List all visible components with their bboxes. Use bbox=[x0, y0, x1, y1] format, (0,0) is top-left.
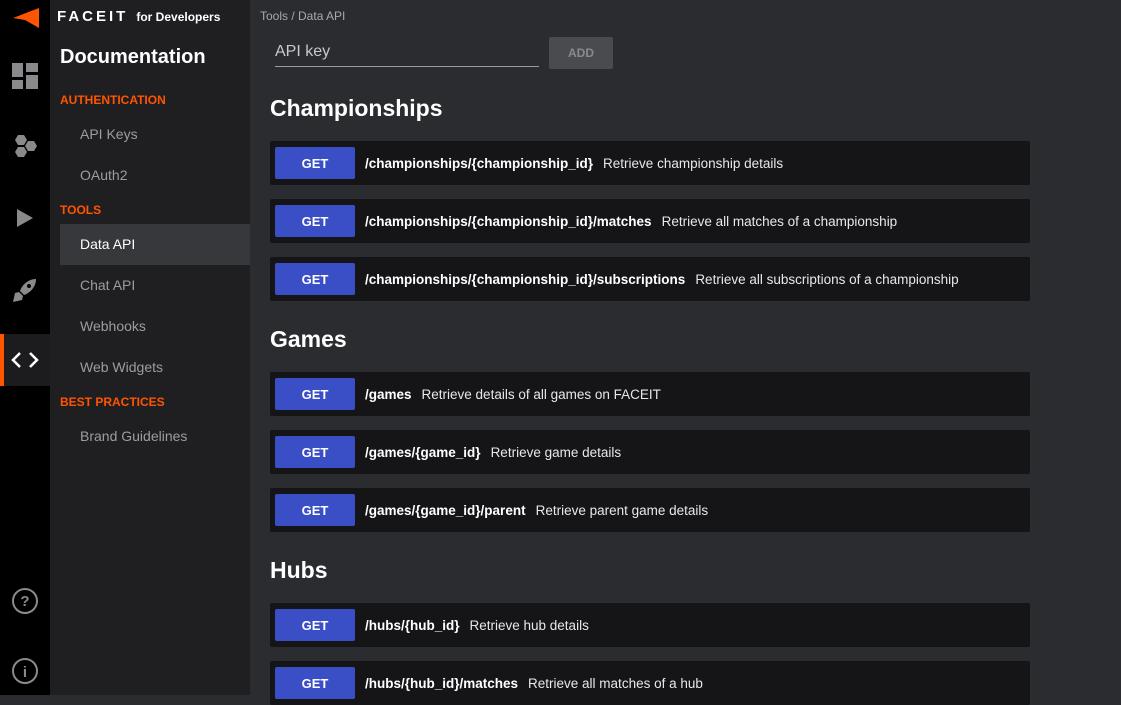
endpoint-description: Retrieve parent game details bbox=[535, 502, 709, 518]
endpoint-row[interactable]: GET /hubs/{hub_id} Retrieve hub details bbox=[270, 603, 1030, 647]
endpoint-path: /hubs/{hub_id}/matches bbox=[365, 675, 519, 691]
sidebar-title: Documentation bbox=[60, 46, 206, 68]
method-badge: GET bbox=[275, 667, 355, 699]
sidebar-item-data-api[interactable]: Data API bbox=[60, 224, 250, 265]
api-key-input[interactable] bbox=[275, 38, 539, 67]
group-title-hubs: Hubs bbox=[270, 557, 328, 583]
svg-text:i: i bbox=[23, 664, 27, 681]
sidebar-item-web-widgets[interactable]: Web Widgets bbox=[60, 347, 250, 388]
group-title-championships: Championships bbox=[270, 95, 443, 121]
endpoint-row[interactable]: GET /championships/{championship_id} Ret… bbox=[270, 141, 1030, 185]
endpoint-path: /games/{game_id} bbox=[365, 444, 481, 460]
hexagons-icon[interactable] bbox=[0, 121, 50, 173]
faceit-logo-icon[interactable] bbox=[13, 8, 39, 28]
endpoint-row[interactable]: GET /championships/{championship_id}/mat… bbox=[270, 199, 1030, 243]
endpoint-row[interactable]: GET /championships/{championship_id}/sub… bbox=[270, 257, 1030, 301]
endpoint-description: Retrieve all matches of a hub bbox=[528, 675, 703, 691]
endpoint-description: Retrieve details of all games on FACEIT bbox=[421, 386, 661, 402]
brand-wordmark: FACEIT bbox=[57, 8, 129, 25]
method-badge: GET bbox=[275, 147, 355, 179]
add-button[interactable]: ADD bbox=[549, 37, 613, 69]
method-badge: GET bbox=[275, 494, 355, 526]
section-label-best-practices: BEST PRACTICES bbox=[60, 395, 165, 409]
endpoint-description: Retrieve hub details bbox=[469, 617, 589, 633]
sidebar: FACEIT for Developers Documentation AUTH… bbox=[50, 0, 250, 695]
group-title-games: Games bbox=[270, 326, 347, 352]
endpoint-path: /games/{game_id}/parent bbox=[365, 502, 526, 518]
endpoint-path: /championships/{championship_id}/subscri… bbox=[365, 271, 686, 287]
endpoint-path: /games bbox=[365, 386, 412, 402]
sidebar-item-api-keys[interactable]: API Keys bbox=[60, 114, 250, 155]
svg-text:?: ? bbox=[20, 593, 29, 610]
brand-suffix: for Developers bbox=[136, 9, 221, 24]
icon-rail: ? i bbox=[0, 0, 50, 695]
sidebar-item-webhooks[interactable]: Webhooks bbox=[60, 306, 250, 347]
method-badge: GET bbox=[275, 609, 355, 641]
endpoint-description: Retrieve championship details bbox=[603, 155, 784, 171]
rocket-icon[interactable] bbox=[0, 264, 50, 316]
help-icon[interactable]: ? bbox=[0, 575, 50, 627]
endpoint-path: /championships/{championship_id} bbox=[365, 155, 594, 171]
method-badge: GET bbox=[275, 436, 355, 468]
play-icon[interactable] bbox=[0, 192, 50, 244]
section-label-tools: TOOLS bbox=[60, 203, 102, 217]
endpoint-description: Retrieve all subscriptions of a champion… bbox=[695, 271, 959, 287]
endpoint-path: /championships/{championship_id}/matches bbox=[365, 213, 652, 229]
dashboard-icon[interactable] bbox=[0, 50, 50, 102]
endpoint-row[interactable]: GET /games/{game_id} Retrieve game detai… bbox=[270, 430, 1030, 474]
section-label-authentication: AUTHENTICATION bbox=[60, 93, 166, 107]
sidebar-item-chat-api[interactable]: Chat API bbox=[60, 265, 250, 306]
endpoint-path: /hubs/{hub_id} bbox=[365, 617, 460, 633]
code-icon[interactable] bbox=[0, 334, 50, 386]
method-badge: GET bbox=[275, 263, 355, 295]
endpoint-row[interactable]: GET /games/{game_id}/parent Retrieve par… bbox=[270, 488, 1030, 532]
breadcrumb: Tools / Data API bbox=[260, 9, 346, 23]
endpoint-description: Retrieve all matches of a championship bbox=[661, 213, 898, 229]
sidebar-item-oauth2[interactable]: OAuth2 bbox=[60, 155, 250, 196]
method-badge: GET bbox=[275, 378, 355, 410]
endpoint-description: Retrieve game details bbox=[490, 444, 622, 460]
brand[interactable]: FACEIT for Developers bbox=[57, 8, 220, 25]
sidebar-item-brand-guidelines[interactable]: Brand Guidelines bbox=[60, 416, 250, 457]
info-icon[interactable]: i bbox=[0, 645, 50, 697]
endpoint-row[interactable]: GET /games Retrieve details of all games… bbox=[270, 372, 1030, 416]
method-badge: GET bbox=[275, 205, 355, 237]
endpoint-row[interactable]: GET /hubs/{hub_id}/matches Retrieve all … bbox=[270, 661, 1030, 705]
